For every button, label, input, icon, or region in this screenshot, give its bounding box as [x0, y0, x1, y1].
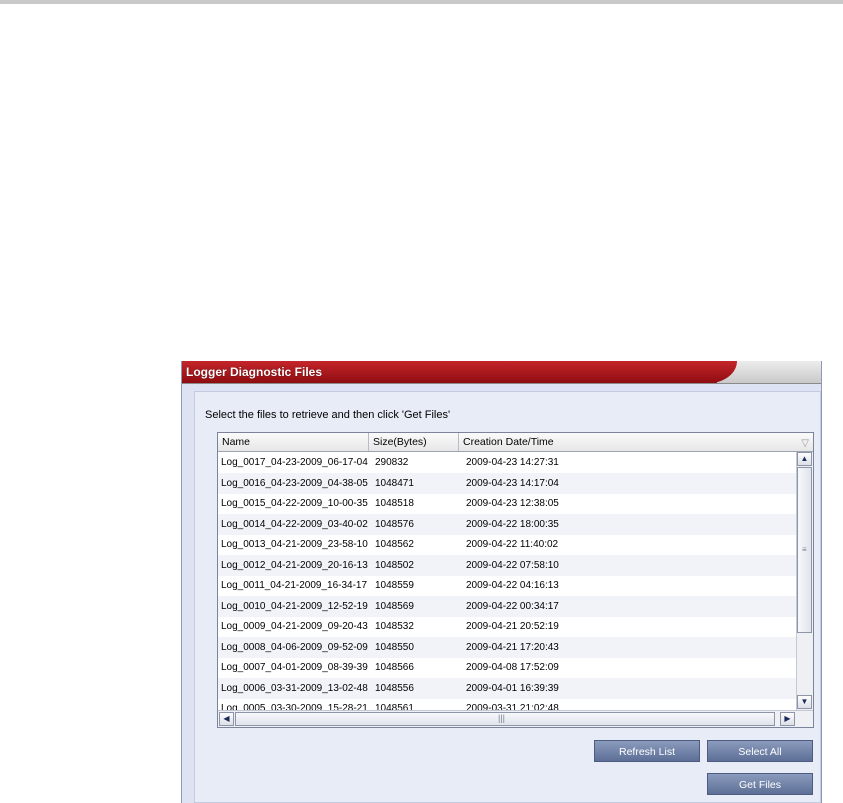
creation-date-cell: 2009-04-08 17:52:09	[466, 662, 559, 673]
file-name-cell: Log_0011_04-21-2009_16-34-17	[221, 580, 368, 591]
select-all-button[interactable]: Select All	[707, 740, 813, 762]
top-divider	[0, 0, 843, 4]
title-bar: Logger Diagnostic Files	[182, 361, 821, 384]
table-header: Name Size(Bytes) Creation Date/Time ▽	[218, 433, 813, 452]
instruction-text: Select the files to retrieve and then cl…	[205, 409, 451, 421]
column-header-name[interactable]: Name	[218, 433, 369, 451]
file-name-cell: Log_0006_03-31-2009_13-02-48	[221, 682, 368, 694]
file-size-cell: 290832	[375, 457, 409, 468]
file-name-cell: Log_0005_03-30-2009_15-28-21	[221, 703, 368, 710]
file-size-cell: 1048471	[375, 477, 414, 489]
file-name-cell: Log_0016_04-23-2009_04-38-05	[221, 477, 368, 489]
creation-date-cell: 2009-04-22 07:58:10	[466, 559, 559, 571]
file-name-cell: Log_0017_04-23-2009_06-17-04	[221, 457, 368, 468]
column-header-size[interactable]: Size(Bytes)	[369, 433, 459, 451]
column-header-creation-date[interactable]: Creation Date/Time ▽	[459, 433, 813, 451]
creation-date-cell: 2009-04-01 16:39:39	[466, 682, 559, 694]
horizontal-scroll-thumb[interactable]: |||	[235, 712, 775, 726]
file-name-cell: Log_0010_04-21-2009_12-52-19	[221, 600, 368, 612]
table-row[interactable]: Log_0016_04-23-2009_04-38-05 1048471 2009-…	[218, 472, 796, 494]
arrow-up-icon[interactable]: ▲	[797, 452, 812, 466]
file-size-cell: 1048550	[375, 641, 414, 653]
table-row[interactable]: Log_0017_04-23-2009_06-17-04 290832 2009-0…	[218, 452, 796, 473]
creation-date-cell: 2009-04-22 00:34:17	[466, 600, 559, 612]
creation-date-cell: 2009-04-23 14:27:31	[466, 457, 559, 468]
creation-date-cell: 2009-04-23 12:38:05	[466, 498, 559, 509]
file-size-cell: 1048561	[375, 703, 414, 710]
files-table: Name Size(Bytes) Creation Date/Time ▽ Lo…	[217, 432, 814, 728]
file-name-cell: Log_0015_04-22-2009_10-00-35	[221, 498, 368, 509]
grip-icon: |||	[498, 713, 506, 723]
file-name-cell: Log_0014_04-22-2009_03-40-02	[221, 518, 368, 530]
file-name-cell: Log_0013_04-21-2009_23-58-10	[221, 539, 368, 550]
file-size-cell: 1048562	[375, 539, 414, 550]
column-header-creation-date-label: Creation Date/Time	[463, 436, 554, 448]
file-size-cell: 1048502	[375, 559, 414, 571]
table-row[interactable]: Log_0014_04-22-2009_03-40-02 1048576 2009-…	[218, 513, 796, 535]
get-files-button[interactable]: Get Files	[707, 773, 813, 795]
creation-date-cell: 2009-04-23 14:17:04	[466, 477, 559, 489]
table-row[interactable]: Log_0013_04-21-2009_23-58-10 1048562 2009-…	[218, 534, 796, 555]
file-size-cell: 1048569	[375, 600, 414, 612]
dialog-title: Logger Diagnostic Files	[186, 365, 323, 379]
file-name-cell: Log_0012_04-21-2009_20-16-13	[221, 559, 368, 571]
table-row[interactable]: Log_0006_03-31-2009_13-02-48 1048556 2009-…	[218, 677, 796, 699]
creation-date-cell: 2009-04-22 18:00:35	[466, 518, 559, 530]
arrow-right-icon[interactable]: ▶	[780, 712, 795, 726]
table-row[interactable]: Log_0011_04-21-2009_16-34-17 1048559 2009-…	[218, 575, 796, 596]
creation-date-cell: 2009-04-21 17:20:43	[466, 641, 559, 653]
table-row[interactable]: Log_0007_04-01-2009_08-39-39 1048566 2009-…	[218, 657, 796, 678]
vertical-scrollbar[interactable]: ▲ ≡ ▼	[796, 452, 813, 710]
arrow-left-icon[interactable]: ◀	[219, 712, 234, 726]
creation-date-cell: 2009-03-31 21:02:48	[466, 703, 559, 710]
title-tab-curve	[697, 361, 737, 383]
table-row[interactable]: Log_0012_04-21-2009_20-16-13 1048502 2009-…	[218, 554, 796, 576]
file-size-cell: 1048556	[375, 682, 414, 694]
file-size-cell: 1048532	[375, 621, 414, 632]
vertical-scroll-thumb[interactable]: ≡	[797, 467, 812, 633]
refresh-list-button[interactable]: Refresh List	[594, 740, 700, 762]
creation-date-cell: 2009-04-21 20:52:19	[466, 621, 559, 632]
creation-date-cell: 2009-04-22 11:40:02	[466, 539, 559, 550]
sort-triangle-icon[interactable]: ▽	[801, 435, 809, 453]
file-name-cell: Log_0008_04-06-2009_09-52-09	[221, 641, 368, 653]
file-size-cell: 1048576	[375, 518, 414, 530]
arrow-down-icon[interactable]: ▼	[797, 695, 812, 709]
table-row[interactable]: Log_0008_04-06-2009_09-52-09 1048550 2009-…	[218, 636, 796, 658]
table-body: Log_0017_04-23-2009_06-17-04 290832 2009-0…	[218, 452, 796, 710]
grip-icon: ≡	[802, 545, 807, 554]
file-size-cell: 1048566	[375, 662, 414, 673]
horizontal-scrollbar[interactable]: ◀ ||| ▶	[218, 710, 813, 727]
table-row[interactable]: Log_0010_04-21-2009_12-52-19 1048569 2009-…	[218, 595, 796, 617]
file-size-cell: 1048518	[375, 498, 414, 509]
file-name-cell: Log_0009_04-21-2009_09-20-43	[221, 621, 368, 632]
logger-diagnostic-files-panel: Logger Diagnostic Files Select the files…	[181, 361, 822, 803]
table-row[interactable]: Log_0009_04-21-2009_09-20-43 1048532 2009-…	[218, 616, 796, 637]
creation-date-cell: 2009-04-22 04:16:13	[466, 580, 559, 591]
table-row[interactable]: Log_0005_03-30-2009_15-28-21 1048561 2009-…	[218, 698, 796, 710]
file-size-cell: 1048559	[375, 580, 414, 591]
file-name-cell: Log_0007_04-01-2009_08-39-39	[221, 662, 368, 673]
table-row[interactable]: Log_0015_04-22-2009_10-00-35 1048518 2009-…	[218, 493, 796, 514]
